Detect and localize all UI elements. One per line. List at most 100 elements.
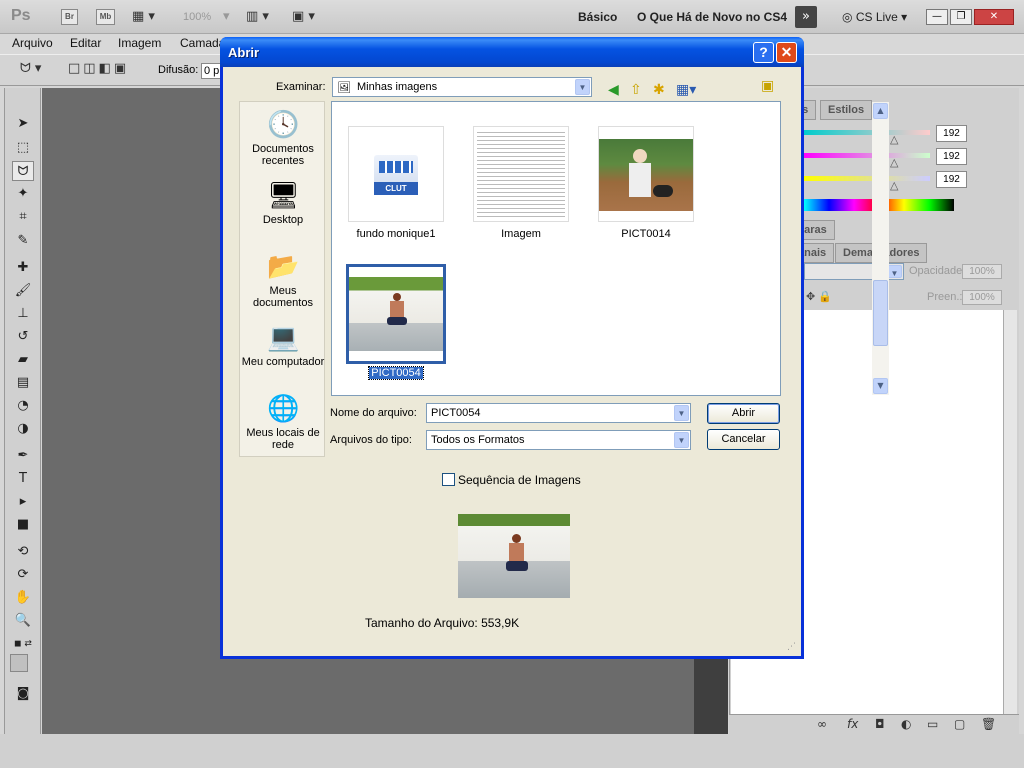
file-thumbnail[interactable] xyxy=(473,126,569,222)
filename-input[interactable]: PICT0054 ▼ xyxy=(426,403,691,423)
menu-file[interactable]: Arquivo xyxy=(12,36,53,50)
red-slider[interactable] xyxy=(804,130,930,135)
menu-layer[interactable]: Camada xyxy=(180,36,225,50)
rectangle-tool-icon[interactable]: ■ xyxy=(12,515,34,535)
view-extras-icon[interactable]: ▦ ▾ xyxy=(132,8,155,26)
quick-selection-tool-icon[interactable]: ✦ xyxy=(12,184,34,204)
selection-mode-icons[interactable]: □◫◧▣ xyxy=(68,60,129,78)
open-button[interactable]: Abrir xyxy=(707,403,780,424)
healing-brush-tool-icon[interactable]: ✚ xyxy=(12,258,34,278)
3d-orbit-tool-icon[interactable]: ⟳ xyxy=(12,565,34,585)
move-tool-icon[interactable]: ➤ xyxy=(12,114,34,134)
tab-styles[interactable]: Estilos xyxy=(820,100,873,120)
3d-rotate-tool-icon[interactable]: ⟲ xyxy=(12,542,34,562)
help-button[interactable]: ? xyxy=(753,42,774,63)
new-folder-icon[interactable]: ✱ xyxy=(653,82,665,98)
place-recent-documents[interactable]: 🕓 Documentos recentes xyxy=(240,108,326,167)
dialog-close-button[interactable]: ✕ xyxy=(776,42,797,63)
file-name-selected[interactable]: PICT0054 xyxy=(331,366,461,380)
lock-position-icon[interactable]: ✥ 🔒 xyxy=(806,290,832,303)
delete-layer-icon[interactable]: 🗑 xyxy=(981,717,996,731)
new-layer-icon[interactable]: ▢ xyxy=(954,717,965,731)
restore-button[interactable]: ❐ xyxy=(950,9,972,25)
layers-scrollbar[interactable] xyxy=(1003,310,1017,714)
blue-value[interactable]: 192 xyxy=(936,171,967,188)
place-network[interactable]: 🌐 Meus locais de rede xyxy=(240,392,326,451)
file-list[interactable]: CLUT fundo monique1 Imagem PICT0014 PICT… xyxy=(331,101,889,396)
marquee-tool-icon[interactable]: ⬚ xyxy=(12,138,34,158)
link-layers-icon[interactable]: ∞ xyxy=(817,717,827,731)
mini-bridge-button[interactable]: Mb xyxy=(96,9,115,25)
dodge-tool-icon[interactable]: ◑ xyxy=(12,419,34,439)
cs-live-menu[interactable]: ◎ CS Live ▾ xyxy=(842,10,907,24)
blend-mode-select[interactable]: ▼ xyxy=(804,263,904,280)
lasso-tool-icon[interactable]: ᗢ xyxy=(12,161,34,181)
place-desktop[interactable]: 🖥 Desktop xyxy=(240,179,326,226)
preview-folder-icon[interactable]: ▣ xyxy=(761,78,774,94)
dialog-title-bar[interactable]: Abrir ? ✕ xyxy=(220,37,804,67)
eyedropper-tool-icon[interactable]: ✎ xyxy=(12,231,34,251)
opacity-value[interactable]: 100% xyxy=(962,264,1002,279)
app-close-button[interactable]: ✕ xyxy=(974,9,1014,25)
scroll-up-icon[interactable]: ▲ xyxy=(873,103,888,119)
scroll-down-icon[interactable]: ▼ xyxy=(873,378,888,394)
history-brush-tool-icon[interactable]: ↺ xyxy=(12,327,34,347)
place-my-computer[interactable]: 💻 Meu computador xyxy=(240,321,326,368)
eraser-tool-icon[interactable]: ▰ xyxy=(12,350,34,370)
slider-handle-icon[interactable]: △ xyxy=(890,179,898,192)
zoom-tool-icon[interactable]: 🔍 xyxy=(12,611,34,631)
lasso-preset-icon[interactable]: ᗢ ▾ xyxy=(20,60,41,78)
scroll-thumb[interactable] xyxy=(873,280,888,346)
red-value[interactable]: 192 xyxy=(936,125,967,142)
adjustment-layer-icon[interactable]: ◐ xyxy=(901,717,911,731)
layer-style-icon[interactable]: fx xyxy=(847,717,858,731)
clone-stamp-tool-icon[interactable]: ⊥ xyxy=(12,304,34,324)
menu-edit[interactable]: Editar xyxy=(70,36,101,50)
gradient-tool-icon[interactable]: ▤ xyxy=(12,373,34,393)
place-my-documents[interactable]: 📂 Meus documentos xyxy=(240,250,326,309)
path-selection-tool-icon[interactable]: ▸ xyxy=(12,492,34,512)
slider-handle-icon[interactable]: △ xyxy=(890,133,898,146)
image-sequence-checkbox[interactable] xyxy=(442,473,455,486)
zoom-dropdown-icon[interactable]: ▾ xyxy=(223,8,230,26)
view-menu-icon[interactable]: ▦▾ xyxy=(676,82,696,98)
back-icon[interactable]: ◀ xyxy=(608,82,619,98)
green-slider[interactable] xyxy=(804,153,930,158)
file-name[interactable]: PICT0014 xyxy=(581,228,711,240)
quick-mask-icon[interactable]: ◙ xyxy=(12,684,34,704)
menu-image[interactable]: Imagem xyxy=(118,36,161,50)
zoom-level[interactable]: 100% xyxy=(183,11,211,23)
fill-value[interactable]: 100% xyxy=(962,290,1002,305)
up-folder-icon[interactable]: ⇧ xyxy=(630,82,642,98)
file-thumbnail[interactable]: CLUT xyxy=(348,126,444,222)
file-thumbnail[interactable] xyxy=(598,126,694,222)
more-workspaces-icon[interactable]: » xyxy=(795,6,817,28)
bridge-button[interactable]: Br xyxy=(61,9,78,25)
type-tool-icon[interactable]: T xyxy=(12,469,34,489)
file-thumbnail-selected[interactable] xyxy=(346,264,446,364)
resize-grip-icon[interactable]: ⋰ xyxy=(787,642,799,654)
lookin-select[interactable]: 🖼 Minhas imagens ▼ xyxy=(332,77,592,97)
file-list-scrollbar[interactable]: ▲ ▼ xyxy=(872,102,889,395)
filetype-select[interactable]: Todos os Formatos ▼ xyxy=(426,430,691,450)
foreground-color-swatch[interactable] xyxy=(10,654,28,672)
add-mask-icon[interactable]: ◘ xyxy=(875,717,885,731)
workspace-basic[interactable]: Básico xyxy=(578,10,617,24)
blur-tool-icon[interactable]: ◔ xyxy=(12,396,34,416)
default-colors-icon[interactable]: ◼ ⇄ xyxy=(12,634,34,654)
pen-tool-icon[interactable]: ✒ xyxy=(12,446,34,466)
hand-tool-icon[interactable]: ✋ xyxy=(12,588,34,608)
workspace-whats-new[interactable]: O Que Há de Novo no CS4 xyxy=(637,10,787,24)
blue-slider[interactable] xyxy=(804,176,930,181)
minimize-button[interactable]: — xyxy=(926,9,948,25)
brush-tool-icon[interactable]: 🖌 xyxy=(12,281,34,301)
file-name[interactable]: fundo monique1 xyxy=(331,228,461,240)
screen-mode-icon[interactable]: ▣ ▾ xyxy=(292,8,315,26)
slider-handle-icon[interactable]: △ xyxy=(890,156,898,169)
green-value[interactable]: 192 xyxy=(936,148,967,165)
arrange-documents-icon[interactable]: ▥ ▾ xyxy=(246,8,269,26)
cancel-button[interactable]: Cancelar xyxy=(707,429,780,450)
new-group-icon[interactable]: ▭ xyxy=(927,717,938,731)
file-name[interactable]: Imagem xyxy=(456,228,586,240)
crop-tool-icon[interactable]: ⌗ xyxy=(12,207,34,227)
